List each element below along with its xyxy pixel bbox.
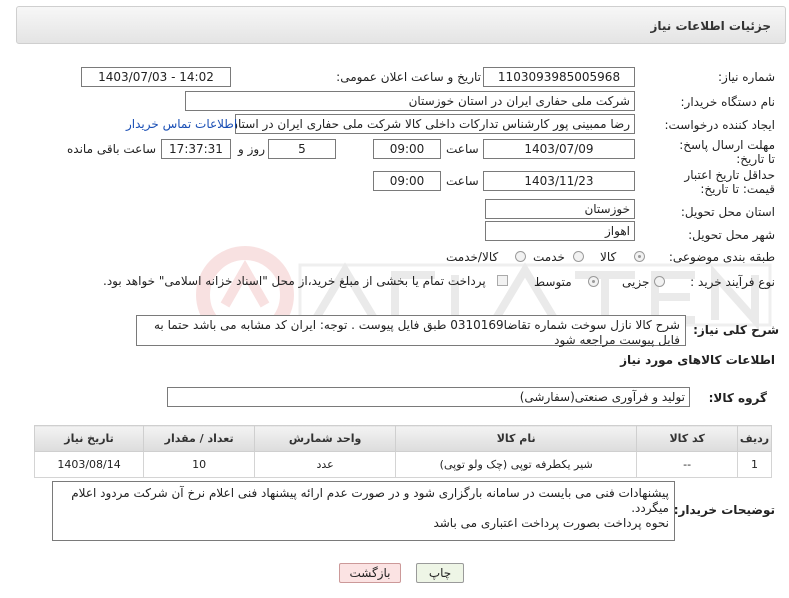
buyer-notes-line-1: پیشنهادات فنی می بایست در سامانه بارگزار…	[71, 486, 669, 500]
city-field: اهواز	[485, 221, 635, 241]
city-label: شهر محل تحویل:	[688, 228, 775, 242]
deadline-date-field: 1403/07/09	[483, 139, 635, 159]
category-radio-goods[interactable]	[634, 251, 645, 262]
need-number-label: شماره نیاز:	[718, 70, 775, 84]
validity-time-label: ساعت	[446, 174, 479, 188]
payment-note: پرداخت تمام یا بخشی از مبلغ خرید،از محل …	[103, 274, 486, 288]
col-header-code: کد کالا	[636, 425, 738, 452]
col-header-unit: واحد شمارش	[254, 425, 396, 452]
cell-code: --	[636, 451, 738, 478]
province-field: خوزستان	[485, 199, 635, 219]
buyer-org-field: شرکت ملی حفاری ایران در استان خوزستان	[185, 91, 635, 111]
days-remaining-field: 5	[268, 139, 336, 159]
cell-name: شیر یکطرفه توپی (چک ولو توپی)	[394, 451, 638, 478]
process-option-minor: جزیی	[622, 275, 650, 289]
page-header: جزئیات اطلاعات نیاز	[16, 6, 786, 44]
process-radio-medium[interactable]	[588, 276, 599, 287]
goods-section-title: اطلاعات کالاهای مورد نیاز	[620, 353, 775, 367]
print-button[interactable]: چاپ	[416, 563, 464, 583]
goods-group-label: گروه کالا:	[708, 391, 767, 405]
category-option-goods-service: کالا/خدمت	[446, 250, 499, 264]
cell-row: 1	[736, 451, 773, 478]
deadline-time-label: ساعت	[446, 142, 479, 156]
page-title: جزئیات اطلاعات نیاز	[650, 19, 771, 33]
contact-buyer-link[interactable]: اطلاعات تماس خریدار	[126, 117, 237, 131]
buyer-notes-field: پیشنهادات فنی می بایست در سامانه بارگزار…	[52, 481, 675, 541]
process-radio-minor[interactable]	[654, 276, 665, 287]
category-option-service: خدمت	[533, 250, 565, 264]
days-label: روز و	[238, 142, 265, 156]
announce-label: تاریخ و ساعت اعلان عمومی:	[336, 70, 481, 84]
goods-group-field: تولید و فرآوری صنعتی(سفارشی)	[167, 387, 690, 407]
remaining-time-field: 17:37:31	[161, 139, 231, 159]
validity-time-field: 09:00	[373, 171, 441, 191]
buyer-notes-label: توضیحات خریدار:	[673, 503, 775, 517]
process-option-medium: متوسط	[534, 275, 572, 289]
category-radio-goods-service[interactable]	[515, 251, 526, 262]
cell-date: 1403/08/14	[33, 451, 145, 478]
treasury-payment-checkbox[interactable]	[497, 275, 508, 286]
creator-label: ایجاد کننده درخواست:	[664, 118, 775, 132]
description-field: شرح کالا نازل سوخت شماره تقاضا0310169 طب…	[136, 315, 686, 347]
table-row: 1 -- شیر یکطرفه توپی (چک ولو توپی) عدد 1…	[33, 451, 773, 478]
province-label: استان محل تحویل:	[680, 205, 775, 219]
need-number-field: 1103093985005968	[483, 67, 635, 87]
category-label: طبقه بندی موضوعی:	[668, 250, 775, 264]
validity-date-field: 1403/11/23	[483, 171, 635, 191]
buyer-notes-line-3: نحوه پرداخت بصورت پرداخت اعتباری می باشد	[433, 516, 669, 530]
category-radio-service[interactable]	[573, 251, 584, 262]
validity-label: حداقل تاریخ اعتبار قیمت: تا تاریخ:	[684, 168, 775, 196]
description-label: شرح کلی نیاز:	[693, 323, 779, 337]
buyer-org-label: نام دستگاه خریدار:	[680, 95, 776, 109]
process-label: نوع فرآیند خرید :	[690, 275, 775, 289]
col-header-row: ردیف	[736, 425, 773, 452]
back-button[interactable]: بازگشت	[339, 563, 401, 583]
cell-unit: عدد	[254, 451, 396, 478]
goods-table: ردیف کد کالا نام کالا واحد شمارش تعداد /…	[33, 425, 773, 478]
col-header-name: نام کالا	[394, 425, 638, 452]
deadline-time-field: 09:00	[373, 139, 441, 159]
creator-field: رضا ممبینی پور کارشناس تدارکات داخلی کال…	[235, 114, 635, 134]
col-header-qty: تعداد / مقدار	[143, 425, 256, 452]
col-header-date: تاریخ نیاز	[33, 425, 145, 452]
announce-field: 1403/07/03 - 14:02	[81, 67, 231, 87]
category-option-goods: کالا	[600, 250, 617, 264]
buyer-notes-line-2: میگردد.	[631, 501, 669, 515]
deadline-label: مهلت ارسال پاسخ: تا تاریخ:	[679, 138, 775, 166]
remaining-time-label: ساعت باقی مانده	[67, 142, 157, 156]
cell-qty: 10	[143, 451, 256, 478]
